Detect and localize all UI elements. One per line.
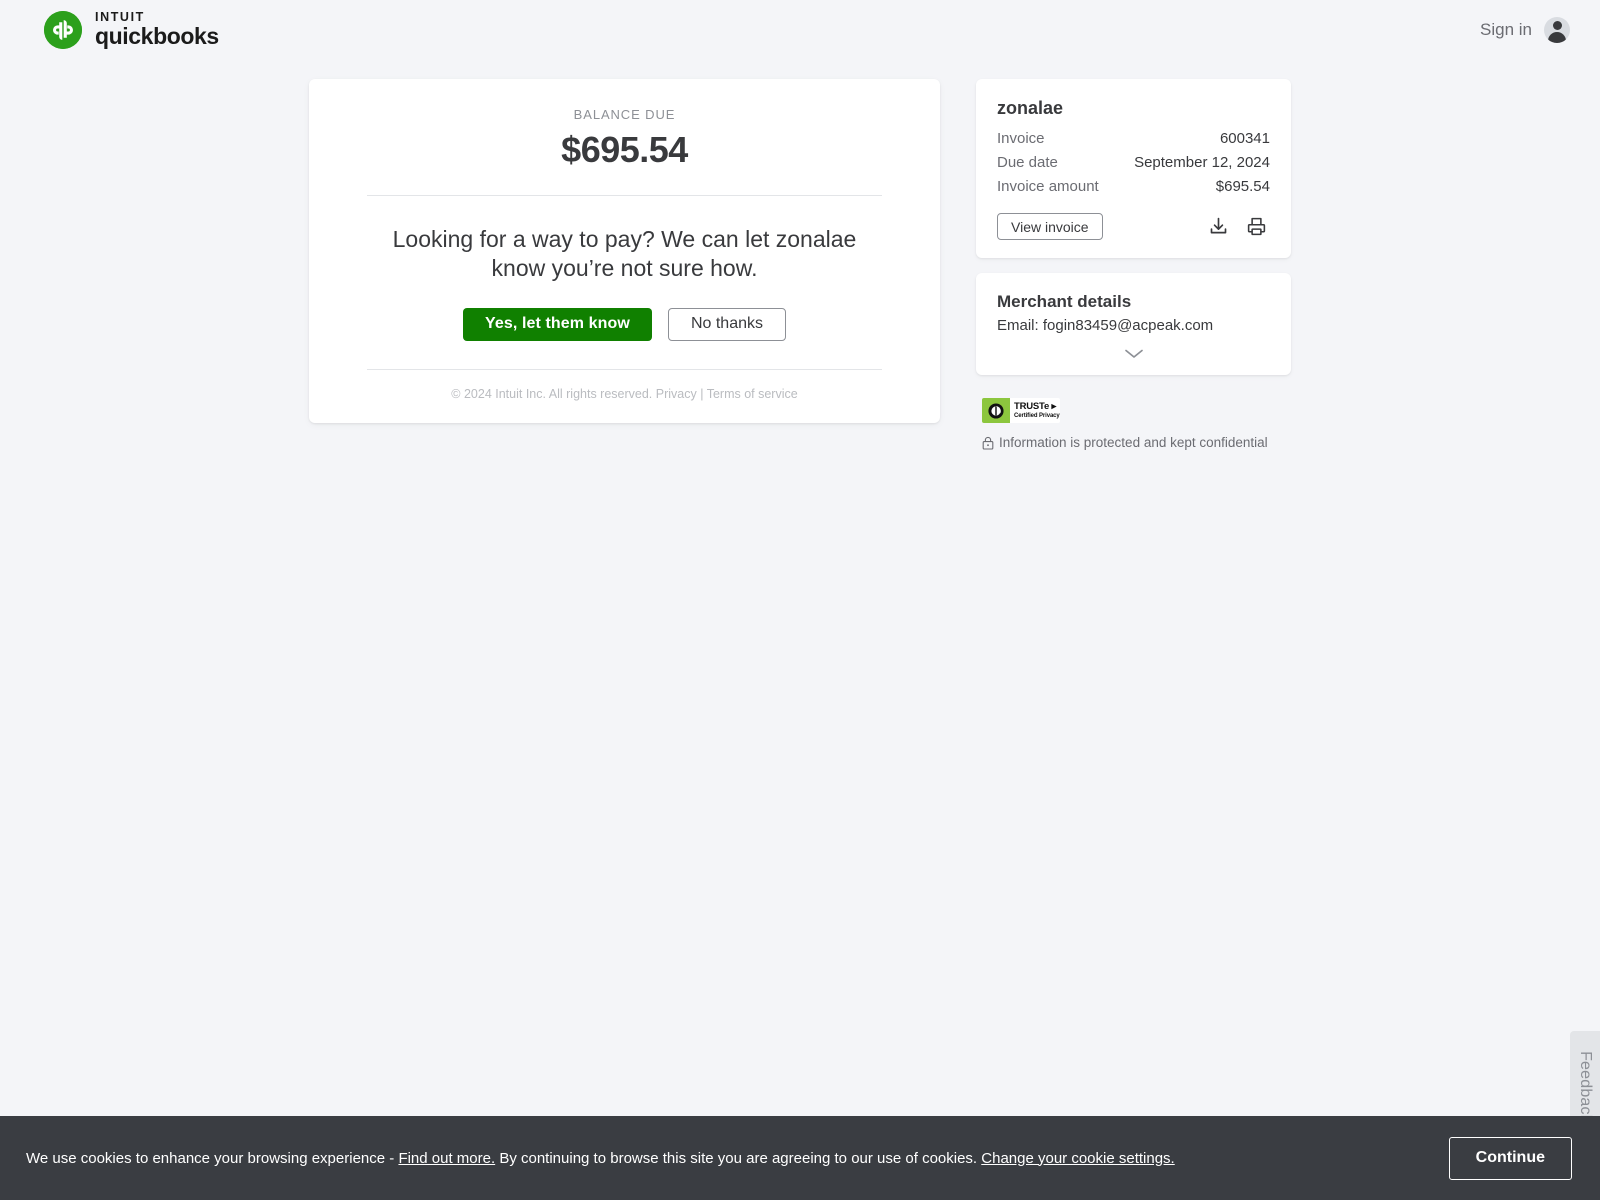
merchant-details-title: Merchant details (997, 292, 1132, 311)
invoice-number-row: Invoice 600341 (997, 130, 1270, 147)
legal-footer: © 2024 Intuit Inc. All rights reserved. … (367, 370, 882, 401)
invoice-amount-label: Invoice amount (997, 178, 1099, 195)
quickbooks-logo[interactable]: INTUIT quickbooks (44, 11, 219, 50)
merchant-details-card: Merchant details Email: fogin83459@acpea… (976, 273, 1291, 375)
cookie-banner-text: We use cookies to enhance your browsing … (26, 1150, 1175, 1167)
find-out-more-link[interactable]: Find out more. (398, 1150, 495, 1167)
change-cookie-settings-link[interactable]: Change your cookie settings. (981, 1150, 1174, 1167)
due-date-value: September 12, 2024 (1134, 154, 1270, 171)
chevron-down-icon[interactable] (1121, 345, 1147, 362)
invoice-number-value: 600341 (1219, 130, 1270, 147)
merchant-expand-row (997, 345, 1270, 362)
merchant-email: Email: fogin83459@acpeak.com (997, 317, 1214, 334)
printer-icon[interactable] (1246, 216, 1267, 237)
cookie-continue-button[interactable]: Continue (1448, 1136, 1572, 1180)
page-content: BALANCE DUE $695.54 Looking for a way to… (0, 79, 1600, 450)
brand-quickbooks-text: quickbooks (95, 23, 219, 50)
payment-card: BALANCE DUE $695.54 Looking for a way to… (309, 79, 940, 423)
information-protected-note: Information is protected and kept confid… (982, 435, 1291, 450)
terms-of-service-link[interactable]: Terms of service (707, 387, 798, 401)
invoice-amount-row: Invoice amount $695.54 (997, 178, 1270, 195)
feedback-tab-label: Feedback (1577, 1051, 1594, 1123)
invoice-actions: View invoice (997, 213, 1270, 240)
truste-badge-title: TRUSTe ▸ (1014, 401, 1057, 413)
privacy-link[interactable]: Privacy (656, 387, 697, 401)
view-invoice-button[interactable]: View invoice (997, 213, 1103, 240)
due-date-row: Due date September 12, 2024 (997, 154, 1270, 171)
invoice-number-label: Invoice (997, 130, 1045, 147)
sidebar: zonalae Invoice 600341 Due date Septembe… (976, 79, 1291, 450)
balance-due-amount: $695.54 (561, 129, 688, 170)
cookie-text-part-1: We use cookies to enhance your browsing … (26, 1149, 399, 1167)
brand-intuit-text: INTUIT (95, 9, 145, 24)
truste-seal-icon (982, 398, 1010, 423)
truste-badge-subtitle: Certified Privacy (1014, 412, 1060, 419)
legal-separator: | (696, 386, 707, 401)
invoice-summary-card: zonalae Invoice 600341 Due date Septembe… (976, 79, 1291, 258)
invoice-icon-actions (1208, 216, 1270, 237)
quickbooks-mark-icon (44, 11, 82, 49)
signin-area[interactable]: Sign in (1480, 17, 1570, 43)
user-avatar-icon[interactable] (1544, 17, 1570, 43)
invoice-amount-value: $695.54 (1215, 178, 1270, 195)
copyright-text: © 2024 Intuit Inc. All rights reserved. (451, 386, 656, 401)
information-protected-text: Information is protected and kept confid… (999, 435, 1268, 450)
cookie-consent-banner: We use cookies to enhance your browsing … (0, 1116, 1600, 1200)
truste-badge-text: TRUSTe ▸ Certified Privacy (1010, 402, 1060, 419)
due-date-label: Due date (997, 154, 1058, 171)
yes-let-them-know-button[interactable]: Yes, let them know (462, 307, 652, 341)
balance-due-label: BALANCE DUE (573, 107, 676, 122)
cookie-text-part-2: By continuing to browse this site you ar… (495, 1149, 982, 1167)
download-icon[interactable] (1208, 216, 1229, 237)
lock-icon (982, 436, 994, 450)
prompt-actions: Yes, let them know No thanks (367, 307, 882, 341)
no-thanks-button[interactable]: No thanks (667, 307, 786, 341)
truste-certified-privacy-badge[interactable]: TRUSTe ▸ Certified Privacy (982, 398, 1060, 423)
signin-label[interactable]: Sign in (1480, 20, 1532, 40)
site-header: INTUIT quickbooks Sign in (0, 0, 1600, 60)
brand-wordmark: INTUIT quickbooks (95, 11, 219, 50)
payment-prompt-text: Looking for a way to pay? We can let zon… (392, 226, 857, 281)
merchant-name: zonalae (997, 98, 1064, 118)
